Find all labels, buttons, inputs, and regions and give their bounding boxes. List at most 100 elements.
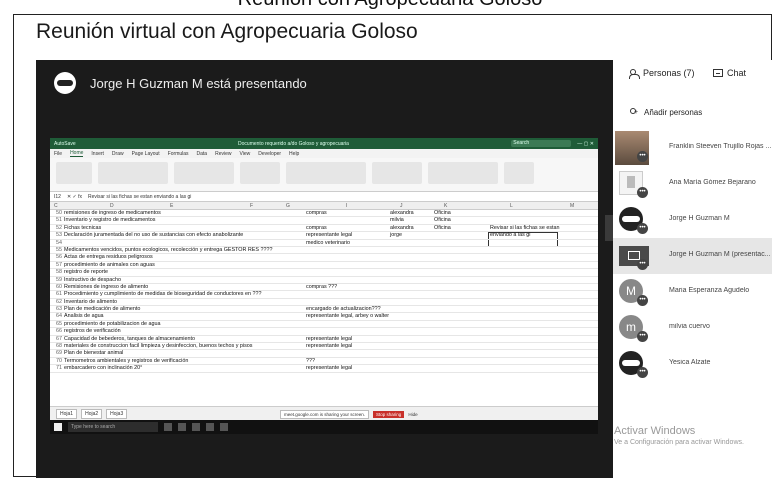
table-row[interactable]: 60 Remisiones de ingreso de alimento compr… xyxy=(50,284,598,292)
column-header[interactable]: J xyxy=(400,203,403,209)
cell-l[interactable]: Revisar si las fichas se estan xyxy=(490,225,560,232)
menu-item[interactable]: Help xyxy=(289,151,299,157)
table-row[interactable]: 70 Termometros ambientales y registros de… xyxy=(50,358,598,366)
column-header[interactable]: D xyxy=(110,203,114,209)
more-options-icon[interactable]: ••• xyxy=(637,367,648,378)
cell-i[interactable]: ??? xyxy=(306,358,315,365)
table-row[interactable]: 69 Plan de bienestar animal xyxy=(50,350,598,358)
cell-j[interactable]: jorge xyxy=(390,232,402,239)
table-row[interactable]: 56 Actas de entrega residuos peligrosos xyxy=(50,254,598,262)
cell-d[interactable]: Capacidad de bebederos, tanques de almac… xyxy=(64,336,195,343)
hide-button[interactable]: Hide xyxy=(408,412,417,417)
sheet-grid[interactable]: 50 remisiones de ingreso de medicamentos c… xyxy=(50,210,598,402)
cell-j[interactable]: milvia xyxy=(390,217,404,224)
more-options-icon[interactable]: ••• xyxy=(637,187,648,198)
cell-l[interactable]: enviando a las gi xyxy=(490,232,530,239)
cell-n[interactable]: 62 xyxy=(50,299,62,306)
formula-bar[interactable]: I12 ✕ ✓ fx Revisar si las fichas se esta… xyxy=(50,192,598,202)
cell-i[interactable]: medico veterinario xyxy=(306,240,350,247)
cell-d[interactable]: embarcadero con inclinación 20° xyxy=(64,365,142,372)
cell-i[interactable]: representante legal xyxy=(306,343,352,350)
table-row[interactable]: 58 registro de reporte xyxy=(50,269,598,277)
cell-d[interactable]: Procedimiento y cumplimiento de medidas … xyxy=(64,291,261,298)
participant-item[interactable]: ••• Yesica Alzate xyxy=(613,346,772,382)
stop-sharing-button[interactable]: Stop sharing xyxy=(373,411,405,418)
cell-n[interactable]: 71 xyxy=(50,365,62,372)
cell-n[interactable]: 56 xyxy=(50,254,62,261)
editing-group[interactable] xyxy=(428,162,498,184)
table-row[interactable]: 67 Capacidad de bebederos, tanques de alm… xyxy=(50,336,598,344)
menu-item[interactable]: File xyxy=(54,151,62,157)
cell-d[interactable]: materiales de construccion facil limpiez… xyxy=(64,343,252,350)
name-box[interactable]: I12 xyxy=(54,194,61,200)
number-group[interactable] xyxy=(240,162,280,184)
table-row[interactable]: 59 Instructivo de despacho xyxy=(50,277,598,284)
table-row[interactable]: 66 registros de verificación xyxy=(50,328,598,336)
participant-item[interactable]: m ••• milvia cuervo xyxy=(613,310,772,346)
table-row[interactable]: 53 Declaración juramentada del no uso de … xyxy=(50,232,598,240)
cell-n[interactable]: 51 xyxy=(50,217,62,224)
participant-item[interactable]: ••• Jorge H Guzman M (presentac... xyxy=(613,238,772,274)
font-group[interactable] xyxy=(98,162,168,184)
cell-k[interactable]: Oficina xyxy=(434,210,451,217)
cell-d[interactable]: procedimiento de animales con aguas xyxy=(64,262,155,269)
cell-d[interactable]: procedimiento de potabilizacion de agua xyxy=(64,321,161,328)
excel-icon[interactable] xyxy=(192,423,200,431)
cell-n[interactable]: 65 xyxy=(50,321,62,328)
taskbar-search[interactable]: Type here to search xyxy=(68,422,158,432)
cell-d[interactable]: Instructivo de despacho xyxy=(64,277,121,284)
cell-i[interactable]: compras xyxy=(306,210,327,217)
cell-i[interactable]: representante legal xyxy=(306,336,352,343)
more-options-icon[interactable]: ••• xyxy=(637,151,648,162)
cell-i[interactable]: representante legal xyxy=(306,232,352,239)
table-row[interactable]: 52 Fichas tecnicas compras alexandra Oficina… xyxy=(50,225,598,233)
menu-item[interactable]: View xyxy=(240,151,251,157)
cell-n[interactable]: 70 xyxy=(50,358,62,365)
column-header[interactable]: C xyxy=(54,203,58,209)
sheet-tab[interactable]: Hoja3 xyxy=(106,408,128,419)
table-row[interactable]: 64 Analisis de agua representante legal, a… xyxy=(50,313,598,321)
more-options-icon[interactable]: ••• xyxy=(637,259,648,270)
window-controls[interactable]: — ▢ ✕ xyxy=(577,141,594,147)
cell-i[interactable]: encargado de actualizacion??? xyxy=(306,306,381,313)
cell-n[interactable]: 52 xyxy=(50,225,62,232)
ideas-group[interactable] xyxy=(504,162,534,184)
more-options-icon[interactable]: ••• xyxy=(637,223,648,234)
menu-item[interactable]: Insert xyxy=(91,151,104,157)
column-header[interactable]: L xyxy=(510,203,513,209)
tab-people[interactable]: Personas (7) xyxy=(629,68,695,79)
cell-i[interactable]: representante legal xyxy=(306,365,352,372)
cell-n[interactable]: 66 xyxy=(50,328,62,335)
cell-n[interactable]: 54 xyxy=(50,240,62,247)
cell-d[interactable]: Actas de entrega residuos peligrosos xyxy=(64,254,153,261)
windows-start-icon[interactable] xyxy=(54,423,62,431)
cell-d[interactable]: Plan de medicación de alimento xyxy=(64,306,140,313)
cell-d[interactable]: Analisis de agua xyxy=(64,313,104,320)
cell-d[interactable]: Inventario de alimento xyxy=(64,299,117,306)
column-header[interactable]: M xyxy=(570,203,574,209)
cell-n[interactable]: 67 xyxy=(50,336,62,343)
add-people-button[interactable]: Añadir personas xyxy=(629,108,702,117)
alignment-group[interactable] xyxy=(174,162,234,184)
table-row[interactable]: 65 procedimiento de potabilizacion de agu… xyxy=(50,321,598,329)
styles-group[interactable] xyxy=(286,162,366,184)
formula-text[interactable]: Revisar si las fichas se estan enviando … xyxy=(88,194,191,200)
cell-k[interactable]: Oficina xyxy=(434,225,451,232)
cell-n[interactable]: 68 xyxy=(50,343,62,350)
cell-n[interactable]: 50 xyxy=(50,210,62,217)
cell-d[interactable]: Inventario y registro de medicamentos xyxy=(64,217,155,224)
menu-item[interactable]: Page Layout xyxy=(132,151,160,157)
menu-item[interactable]: Formulas xyxy=(168,151,189,157)
chrome-icon[interactable] xyxy=(206,423,214,431)
cell-j[interactable]: alexandra xyxy=(390,225,414,232)
cell-n[interactable]: 60 xyxy=(50,284,62,291)
menu-item[interactable]: Home xyxy=(70,150,84,157)
table-row[interactable]: 51 Inventario y registro de medicamentos m… xyxy=(50,217,598,225)
cell-i[interactable]: compras ??? xyxy=(306,284,337,291)
cell-d[interactable]: registro de reporte xyxy=(64,269,108,276)
tab-chat[interactable]: Chat xyxy=(713,68,746,78)
column-header[interactable]: F xyxy=(250,203,253,209)
table-row[interactable]: 57 procedimiento de animales con aguas xyxy=(50,262,598,270)
cell-n[interactable]: 59 xyxy=(50,277,62,284)
cell-n[interactable]: 61 xyxy=(50,291,62,298)
